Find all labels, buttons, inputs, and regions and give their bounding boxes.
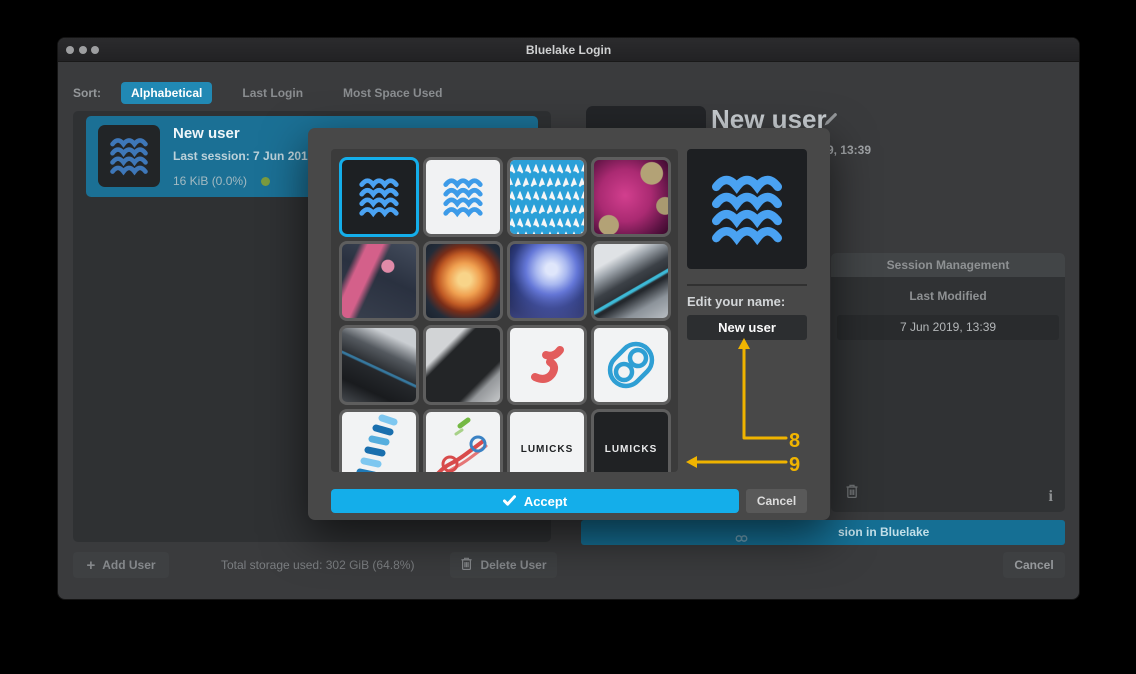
- waves-icon: [356, 174, 402, 220]
- waves-icon: [107, 134, 151, 178]
- avatar-option-dna-strands-icon[interactable]: [423, 409, 503, 472]
- window-title: Bluelake Login: [58, 38, 1079, 62]
- user-avatar: [98, 125, 160, 187]
- traffic-light-zoom-button[interactable]: [91, 46, 99, 54]
- avatar-option-red-helix-icon[interactable]: [507, 325, 587, 405]
- sort-option-most-space-used[interactable]: Most Space Used: [333, 82, 452, 104]
- avatar-option-waves-pattern[interactable]: [507, 157, 587, 237]
- blue-plasmid-icon: [594, 328, 668, 402]
- waves-icon: [706, 168, 788, 250]
- avatar-option-dna-photo[interactable]: [339, 241, 419, 321]
- avatar-option-protein-photo[interactable]: [423, 241, 503, 321]
- last-modified-header: Last Modified: [831, 289, 1065, 303]
- detail-cancel-button[interactable]: Cancel: [1003, 552, 1065, 578]
- checkmark-icon: [503, 494, 516, 509]
- delete-user-button[interactable]: Delete User: [450, 552, 557, 578]
- open-session-in-bluelake-button[interactable]: sion in Bluelake: [581, 520, 1065, 545]
- avatar-option-blue-plasmid-icon[interactable]: [591, 325, 671, 405]
- dialog-cancel-button[interactable]: Cancel: [746, 489, 807, 513]
- avatar-option-instrument-photo-1[interactable]: [591, 241, 671, 321]
- sort-bar: Sort: Alphabetical Last Login Most Space…: [73, 82, 452, 104]
- open-session-label: sion in Bluelake: [838, 520, 929, 545]
- avatar-grid: LUMICKS LUMICKS: [331, 149, 678, 472]
- avatar-option-instrument-photo-3[interactable]: [423, 325, 503, 405]
- plus-icon: +: [86, 557, 95, 574]
- waves-icon: [440, 174, 486, 220]
- waves-pattern: [510, 160, 584, 234]
- selected-avatar-preview: [687, 149, 807, 269]
- avatar-option-sphere-photo[interactable]: [507, 241, 587, 321]
- accept-button[interactable]: Accept: [331, 489, 739, 513]
- trash-icon[interactable]: [845, 483, 859, 504]
- lumicks-logo-text: LUMICKS: [521, 444, 574, 455]
- user-name: New user: [173, 125, 240, 142]
- avatar-option-instrument-photo-2[interactable]: [339, 325, 419, 405]
- avatar-option-lumicks-logo-dark[interactable]: LUMICKS: [591, 409, 671, 472]
- avatar-picker-dialog: LUMICKSLUMICKS Edit your name: New user …: [308, 128, 830, 520]
- avatar-option-lumicks-logo-light[interactable]: LUMICKS: [507, 409, 587, 472]
- avatar-option-waves-light[interactable]: [423, 157, 503, 237]
- trash-icon: [460, 556, 473, 574]
- sort-label: Sort:: [73, 86, 101, 100]
- lumicks-logo-text: LUMICKS: [605, 444, 658, 455]
- avatar-option-cell-photo[interactable]: [591, 157, 671, 237]
- traffic-light-minimize-button[interactable]: [79, 46, 87, 54]
- last-modified-row[interactable]: 7 Jun 2019, 13:39: [837, 315, 1059, 340]
- bluelake-login-window: Bluelake Login Sort: Alphabetical Last L…: [57, 37, 1080, 600]
- dna-strands-icon: [426, 412, 500, 472]
- avatar-option-waves-dark[interactable]: [339, 157, 419, 237]
- add-user-button[interactable]: + Add User: [73, 552, 169, 578]
- total-storage-text: Total storage used: 302 GiB (64.8%): [221, 558, 414, 572]
- avatar-option-dashed-helix-icon[interactable]: [339, 409, 419, 472]
- user-storage: 16 KiB (0.0%): [173, 174, 270, 188]
- traffic-light-close-button[interactable]: [66, 46, 74, 54]
- link-icon: [734, 529, 749, 547]
- info-icon[interactable]: i: [1049, 488, 1053, 506]
- edit-name-label: Edit your name:: [687, 294, 785, 309]
- session-management-tab[interactable]: Session Management: [831, 253, 1065, 277]
- edit-name-pencil-icon[interactable]: [823, 111, 839, 127]
- session-management-panel: Session Management Last Modified 7 Jun 2…: [831, 253, 1065, 512]
- divider: [687, 284, 807, 286]
- sort-option-last-login[interactable]: Last Login: [232, 82, 313, 104]
- red-helix-icon: [510, 328, 584, 402]
- dashed-helix-icon: [342, 412, 416, 472]
- name-input[interactable]: New user: [687, 315, 807, 340]
- title-bar: Bluelake Login: [58, 38, 1079, 62]
- sort-option-alphabetical[interactable]: Alphabetical: [121, 82, 212, 104]
- online-status-dot: [261, 177, 270, 186]
